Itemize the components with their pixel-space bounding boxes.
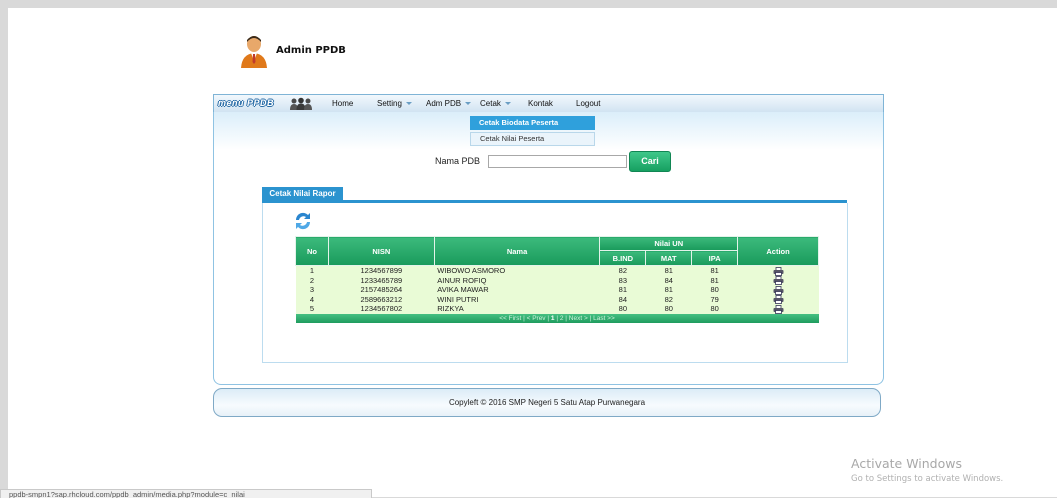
pager-separator: | [589,314,592,322]
cell-nisn: 2589663212 [328,294,435,305]
cell-nama: WINI PUTRI [434,294,600,305]
menu-adm-pdb[interactable]: Adm PDB [426,99,472,108]
browser-page: Admin PPDB menu PPDB Home Setting Adm PD… [8,8,1057,497]
cell-no: 5 [295,304,329,314]
menu-cetak[interactable]: Cetak [480,99,511,108]
cell-action [737,285,819,295]
cell-mat: 81 [645,265,692,276]
menu-setting[interactable]: Setting [377,99,412,108]
cell-nama: AVIKA MAWAR [434,285,600,295]
search-input[interactable] [488,155,627,168]
pager-last-link[interactable]: Last >> [593,315,615,322]
cell-ipa: 80 [691,285,738,295]
cell-ipa: 80 [691,304,738,314]
print-icon[interactable] [773,304,784,314]
footer: Copyleft © 2016 SMP Negeri 5 Satu Atap P… [213,388,881,417]
column-header-action: Action [737,236,819,266]
cell-no: 2 [295,275,329,286]
refresh-icon[interactable] [293,211,313,231]
cell-nama: AINUR ROFIQ [434,275,600,286]
cell-nama: WIBOWO ASMORO [434,265,600,276]
column-header-nisn: NISN [327,236,435,266]
activate-windows-title: Activate Windows [851,456,962,471]
print-icon[interactable] [773,285,784,295]
pager-separator: | [523,314,525,322]
menu-home[interactable]: Home [332,99,353,108]
cell-mat: 84 [645,275,692,286]
chevron-down-icon [465,102,472,105]
pager-page-2-link[interactable]: 2 [560,315,564,322]
menu-logout[interactable]: Logout [576,99,600,108]
column-header-no: No [295,236,329,266]
chevron-down-icon [405,102,412,105]
cell-bind: 81 [599,285,646,295]
cell-ipa: 81 [691,265,738,276]
cell-nama: RIZKYA [434,304,600,314]
menu-kontak[interactable]: Kontak [528,99,553,108]
cell-nisn: 1234567899 [328,265,435,276]
table-row: 1 1234567899 WIBOWO ASMORO 82 81 81 [295,265,819,276]
cell-ipa: 79 [691,294,738,305]
column-header-nilai-un: Nilai UN [599,236,739,251]
dropdown-item-cetak-nilai[interactable]: Cetak Nilai Peserta [470,132,595,146]
pagination: << First | < Prev | 1 | 2 | Next > | Las… [295,313,819,323]
table-row: 4 2589663212 WINI PUTRI 84 82 79 [295,294,819,305]
cell-bind: 84 [599,294,646,305]
pager-next-link[interactable]: Next > [569,315,588,322]
print-icon[interactable] [773,295,784,304]
pager-separator: | [547,314,550,322]
admin-avatar-icon [241,36,267,68]
print-icon[interactable] [773,266,784,276]
search-button[interactable]: Cari [629,151,671,172]
activate-windows-subtitle: Go to Settings to activate Windows. [851,474,1004,484]
pager-first-link[interactable]: << First [499,315,521,322]
pagination-row: << First | < Prev | 1 | 2 | Next > | Las… [295,313,819,323]
table-row: 2 1233465789 AINUR ROFIQ 83 84 81 [295,275,819,286]
menu-bar: menu PPDB Home Setting Adm PDB Cetak Kon… [213,94,884,114]
dropdown-item-cetak-biodata[interactable]: Cetak Biodata Peserta [470,116,595,130]
cell-action [737,304,819,314]
search-label: Nama PDB [435,156,481,166]
column-header-mat: MAT [645,250,693,266]
cell-mat: 80 [645,304,692,314]
cell-no: 1 [295,265,329,276]
table-row: 5 1234567802 RIZKYA 80 80 80 [295,304,819,314]
cell-action [737,294,819,305]
cell-ipa: 81 [691,275,738,286]
cell-action [737,265,819,276]
cell-no: 3 [295,285,329,295]
tab-cetak-nilai-rapor[interactable]: Cetak Nilai Rapor [262,187,343,200]
column-header-nama: Nama [433,236,601,266]
nilai-table: No NISN Nama Nilai UN Action B.IND MAT I… [295,236,819,323]
table-row: 3 2157485264 AVIKA MAWAR 81 81 80 [295,285,819,295]
cell-bind: 82 [599,265,646,276]
cell-nisn: 2157485264 [328,285,435,295]
menu-logo: menu PPDB [218,98,275,108]
column-header-bind: B.IND [599,250,647,266]
pager-separator: | [565,314,567,322]
page-title: Admin PPDB [276,45,346,56]
cell-bind: 80 [599,304,646,314]
cell-mat: 81 [645,285,692,295]
pager-prev-link[interactable]: < Prev [527,315,546,322]
pager-page-1: 1 [550,314,555,322]
cell-mat: 82 [645,294,692,305]
column-header-ipa: IPA [691,250,739,266]
cetak-dropdown: Cetak Biodata Peserta Cetak Nilai Pesert… [470,116,595,147]
chevron-down-icon [504,102,511,105]
cell-action [737,275,819,286]
pager-separator: | [556,314,559,322]
cell-nisn: 1234567802 [328,304,435,314]
cell-bind: 83 [599,275,646,286]
cell-nisn: 1233465789 [328,275,435,286]
cell-no: 4 [295,294,329,305]
print-icon[interactable] [773,276,784,285]
users-icon [290,97,312,110]
